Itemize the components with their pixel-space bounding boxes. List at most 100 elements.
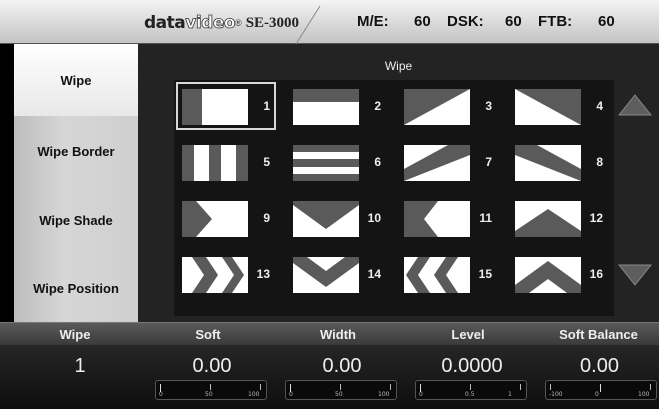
param-label-width: Width (320, 327, 356, 342)
slider-indicator[interactable] (420, 384, 421, 392)
wipe-pattern-16[interactable]: 16 (509, 250, 609, 298)
wipe-pattern-6[interactable]: 6 (287, 138, 387, 186)
slider-indicator[interactable] (290, 384, 291, 392)
pattern-number: 8 (596, 155, 603, 169)
pattern-number: 2 (374, 99, 381, 113)
slider-tick-label: 0 (419, 391, 423, 398)
wipe-arrow-left-icon (404, 201, 470, 237)
sidebar-item-wipe-border[interactable]: Wipe Border (14, 116, 138, 186)
slider-tick-label: 100 (248, 391, 260, 398)
slider-tick-label: 50 (205, 391, 213, 398)
param-label-soft-balance: Soft Balance (559, 327, 638, 342)
panel-title: Wipe (384, 59, 413, 73)
param-value-soft[interactable]: 0.00 (152, 355, 272, 378)
wipe-vertical-split-icon (182, 145, 248, 181)
pattern-number: 15 (478, 267, 492, 281)
ftb-value: 60 (598, 13, 615, 30)
param-label-wipe: Wipe (59, 327, 91, 342)
brand-data-text: data (144, 13, 186, 33)
slider-tick (550, 384, 551, 390)
param-value-soft-balance[interactable]: 0.00 (540, 355, 659, 378)
parameter-values-bar: 1 0.00 0.00 0.0000 0.00 0 50 100 0 50 100 00… (0, 345, 659, 409)
soft-slider[interactable]: 0 50 100 (155, 380, 267, 400)
width-slider[interactable]: 0 50 100 (285, 380, 397, 400)
slider-tick-label: 100 (638, 391, 650, 398)
wipe-v-up-icon (515, 201, 581, 237)
wipe-pattern-14[interactable]: 14 (287, 250, 387, 298)
pattern-number: 6 (374, 155, 381, 169)
pattern-number: 4 (596, 99, 603, 113)
slider-tick (520, 384, 521, 390)
slider-indicator[interactable] (600, 384, 601, 392)
wipe-pattern-15[interactable]: 15 (398, 250, 498, 298)
wipe-diagonal-band-up-icon (404, 145, 470, 181)
pattern-number: 9 (263, 211, 270, 225)
pattern-number: 16 (589, 267, 603, 281)
slider-tick-label: 0.5 (465, 391, 475, 398)
wipe-v-down-icon (293, 201, 359, 237)
wipe-pattern-5[interactable]: 5 (176, 138, 276, 186)
param-value-width[interactable]: 0.00 (282, 355, 402, 378)
sidebar-item-label: Wipe (60, 72, 92, 88)
sidebar-item-wipe-shade[interactable]: Wipe Shade (14, 186, 138, 254)
wipe-horizontal-split-icon (293, 145, 359, 181)
wipe-pattern-3[interactable]: 3 (398, 82, 498, 130)
triangle-down-icon[interactable] (618, 264, 652, 286)
level-slider[interactable]: 0 0.5 1 (415, 380, 527, 400)
slider-tick-label: -100 (549, 391, 563, 398)
param-value-level[interactable]: 0.0000 (412, 355, 532, 378)
slider-indicator[interactable] (160, 384, 161, 392)
me-value: 60 (414, 13, 431, 30)
wipe-pattern-10[interactable]: 10 (287, 194, 387, 242)
pattern-number: 14 (367, 267, 381, 281)
wipe-pattern-panel: Wipe 1 2 3 4 5 6 7 8 9 10 11 12 13 14 15… (138, 44, 659, 322)
wipe-pattern-1[interactable]: 1 (176, 82, 276, 130)
wipe-double-arrow-right-icon (182, 257, 248, 293)
wipe-diagonal-up-icon (404, 89, 470, 125)
pattern-number: 12 (589, 211, 603, 225)
wipe-pattern-12[interactable]: 12 (509, 194, 609, 242)
slider-tick (210, 384, 211, 390)
pattern-number: 11 (479, 211, 492, 225)
sidebar-item-label: Wipe Shade (39, 212, 113, 228)
pattern-number: 5 (263, 155, 270, 169)
wipe-pattern-13[interactable]: 13 (176, 250, 276, 298)
wipe-pattern-9[interactable]: 9 (176, 194, 276, 242)
slider-tick-label: 1 (508, 391, 512, 398)
slider-tick (260, 384, 261, 390)
wipe-pattern-8[interactable]: 8 (509, 138, 609, 186)
wipe-pattern-4[interactable]: 4 (509, 82, 609, 130)
slider-tick-label: 50 (335, 391, 343, 398)
wipe-pattern-11[interactable]: 11 (398, 194, 498, 242)
param-label-soft: Soft (195, 327, 221, 342)
title-bar: data video ® SE-3000 M/E: 60 DSK: 60 FTB: … (0, 0, 659, 44)
param-value-wipe[interactable]: 1 (0, 355, 160, 378)
pattern-number: 1 (263, 99, 270, 113)
sidebar-item-wipe[interactable]: Wipe (14, 44, 138, 116)
param-label-level: Level (451, 327, 485, 342)
sidebar-item-wipe-position[interactable]: Wipe Position (14, 254, 138, 322)
slider-tick (650, 384, 651, 390)
me-label: M/E: (357, 13, 389, 30)
slider-tick (470, 384, 471, 390)
header-divider (295, 6, 321, 44)
wipe-pattern-7[interactable]: 7 (398, 138, 498, 186)
brand-video-text: video (185, 13, 236, 34)
registered-mark: ® (235, 18, 242, 28)
pattern-number: 7 (485, 155, 492, 169)
pattern-number: 3 (485, 99, 492, 113)
brand-logo: data video ® SE-3000 (144, 9, 312, 37)
soft-balance-slider[interactable]: -100 0 100 (545, 380, 657, 400)
pattern-number: 10 (367, 211, 381, 225)
dsk-value: 60 (505, 13, 522, 30)
slider-tick-label: 0 (289, 391, 293, 398)
slider-tick-label: 0 (595, 391, 599, 398)
wipe-pattern-2[interactable]: 2 (287, 82, 387, 130)
wipe-diagonal-down-icon (515, 89, 581, 125)
triangle-up-icon[interactable] (618, 94, 652, 116)
wipe-arrow-right-icon (182, 201, 248, 237)
parameter-labels-bar: Wipe Soft Width Level Soft Balance (0, 322, 659, 345)
slider-tick-label: 100 (378, 391, 390, 398)
wipe-double-v-up-icon (515, 257, 581, 293)
wipe-vertical-bar-left-icon (182, 89, 248, 125)
